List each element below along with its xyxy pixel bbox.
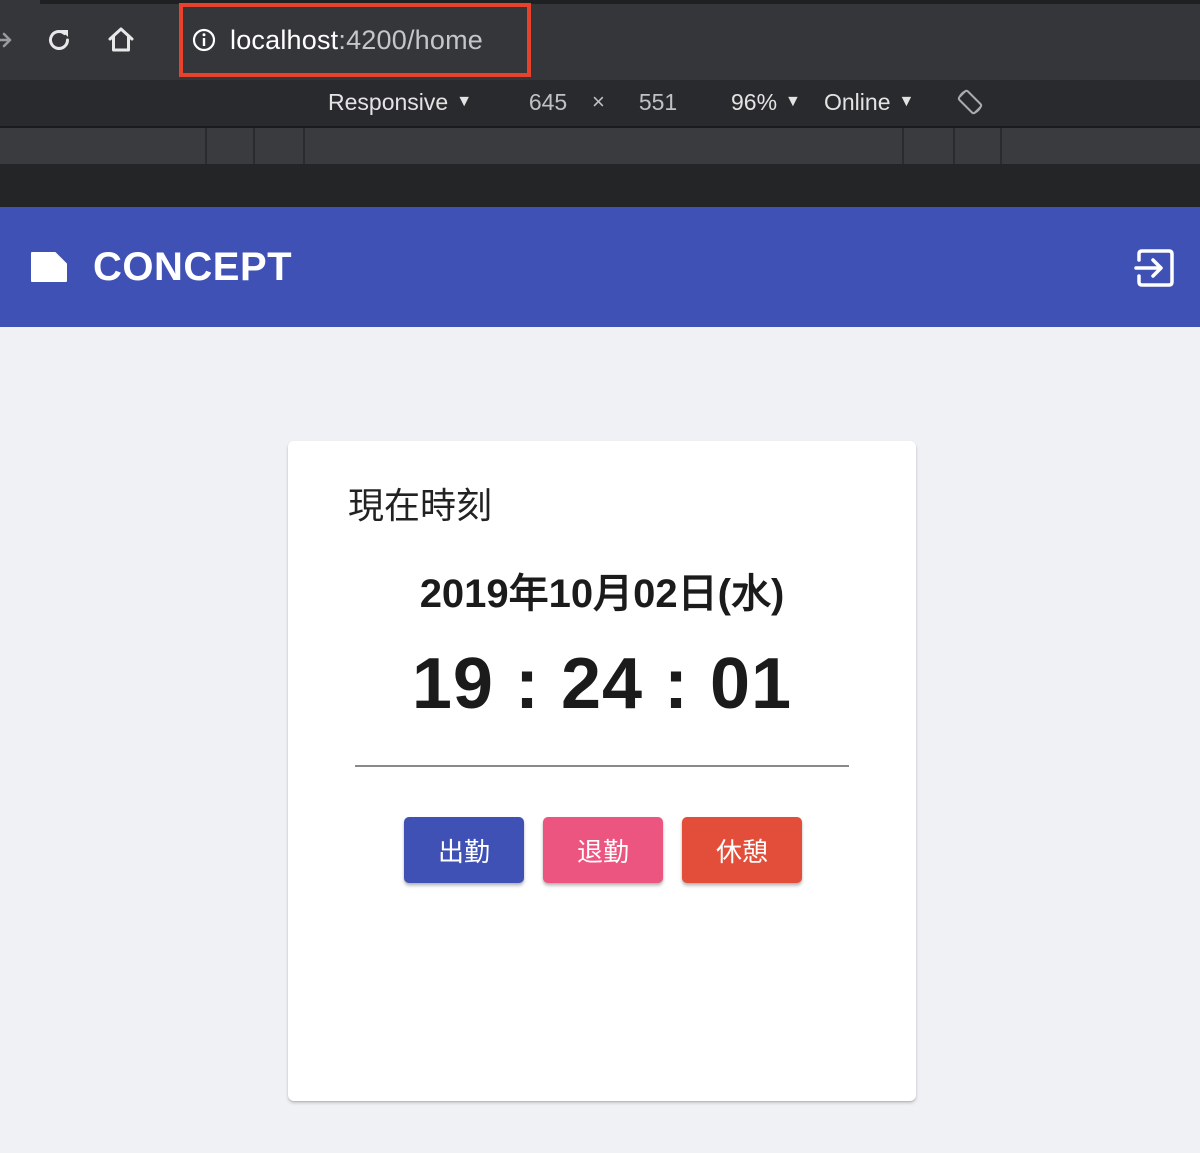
device-mode-label: Responsive bbox=[328, 88, 449, 115]
ruler-segment bbox=[303, 128, 305, 164]
url-highlight-box bbox=[179, 3, 531, 77]
ruler-segment bbox=[953, 128, 955, 164]
chevron-down-icon: ▼ bbox=[785, 93, 801, 110]
ruler-segment bbox=[902, 128, 904, 164]
brand-title: CONCEPT bbox=[93, 245, 293, 289]
home-icon[interactable] bbox=[103, 22, 139, 58]
app-header: CONCEPT bbox=[0, 207, 1200, 327]
ruler-segment bbox=[205, 128, 207, 164]
clock-in-button[interactable]: 出勤 bbox=[404, 817, 524, 883]
device-toolbar: Responsive ▼ 645 × 551 96% ▼ Online ▼ bbox=[0, 80, 1200, 128]
clock-card: 現在時刻 2019年10月02日(水) 19 : 24 : 01 出勤 退勤 休… bbox=[288, 441, 916, 1101]
network-label: Online bbox=[824, 88, 891, 115]
clock-out-button[interactable]: 退勤 bbox=[543, 817, 663, 883]
forward-icon[interactable] bbox=[0, 22, 22, 58]
zoom-select[interactable]: 96% ▼ bbox=[731, 80, 801, 124]
zoom-label: 96% bbox=[731, 88, 778, 115]
card-title: 現在時刻 bbox=[348, 485, 493, 526]
label-icon bbox=[29, 250, 69, 284]
media-query-bar[interactable] bbox=[0, 128, 1200, 164]
ruler-segment bbox=[1000, 128, 1002, 164]
dimension-separator: × bbox=[592, 89, 605, 114]
reload-icon[interactable] bbox=[41, 22, 77, 58]
current-date: 2019年10月02日(水) bbox=[419, 572, 785, 616]
rotate-icon[interactable] bbox=[954, 86, 986, 118]
logout-icon[interactable] bbox=[1134, 247, 1176, 289]
current-time: 19 : 24 : 01 bbox=[411, 644, 793, 724]
divider bbox=[355, 765, 849, 767]
ruler-segment bbox=[253, 128, 255, 164]
device-frame-gap bbox=[0, 164, 1200, 207]
chevron-down-icon: ▼ bbox=[898, 93, 915, 110]
break-button[interactable]: 休憩 bbox=[682, 817, 802, 883]
network-throttle-select[interactable]: Online ▼ bbox=[824, 80, 914, 124]
chevron-down-icon: ▼ bbox=[456, 93, 473, 110]
device-mode-select[interactable]: Responsive ▼ bbox=[328, 80, 472, 124]
viewport-width-input[interactable]: 645 bbox=[512, 80, 584, 124]
viewport-height-input[interactable]: 551 bbox=[624, 80, 692, 124]
browser-toolbar: localhost:4200/home bbox=[0, 0, 1200, 80]
